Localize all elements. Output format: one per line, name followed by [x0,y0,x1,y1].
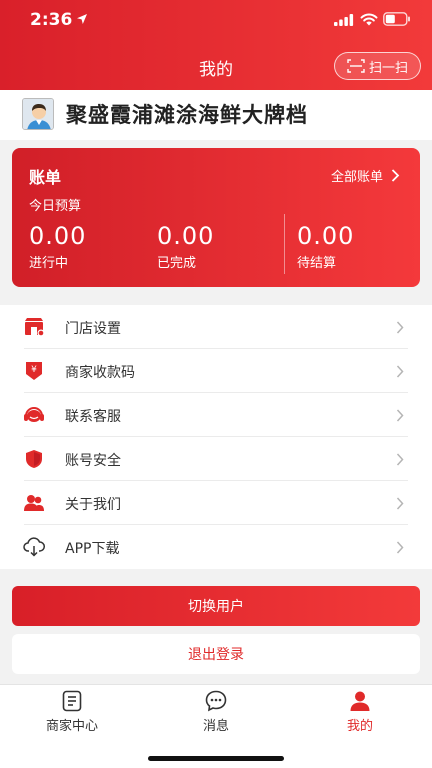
menu-label: 门店设置 [65,321,121,337]
chevron-right-icon [396,365,404,378]
headset-icon [24,407,44,422]
switch-user-button[interactable]: 切换用户 [12,586,420,626]
location-arrow-icon [77,14,87,24]
home-indicator[interactable] [148,756,284,761]
message-icon [205,690,227,712]
menu-item-payment-code[interactable]: ¥ 商家收款码 [0,349,432,393]
all-bills-label: 全部账单 [330,170,383,185]
chevron-right-icon [396,453,404,466]
wifi-icon [360,13,378,26]
stat-label: 已完成 [157,256,197,271]
status-time: 2:36 [30,10,73,30]
tab-merchant-center[interactable]: 商家中心 [0,685,144,735]
stat-label: 进行中 [29,256,69,271]
menu-label: 联系客服 [65,409,121,425]
shield-icon [26,450,42,468]
bill-card: 账单 全部账单 今日预算 0.00 进行中 0.00 已完成 0.00 待结算 [12,148,420,287]
profile-icon [350,691,370,711]
menu-item-app-download[interactable]: APP下载 [0,525,432,569]
chevron-right-icon [391,169,400,182]
chevron-right-icon [396,321,404,334]
menu-item-store-settings[interactable]: 门店设置 [0,305,432,349]
menu-list: 门店设置 ¥ 商家收款码 联系客服 账号安全 关于我们 APP下载 [0,305,432,569]
stat-divider [284,214,285,274]
chevron-right-icon [396,541,404,554]
menu-item-contact-support[interactable]: 联系客服 [0,393,432,437]
stat-completed[interactable]: 0.00 已完成 [157,222,214,271]
users-icon [24,495,44,511]
chevron-right-icon [396,497,404,510]
merchant-center-icon [62,690,82,712]
stat-pending-settlement[interactable]: 0.00 待结算 [297,222,354,271]
menu-item-about-us[interactable]: 关于我们 [0,481,432,525]
menu-label: 账号安全 [65,453,121,469]
status-bar: 2:36 [0,0,432,44]
shop-info: 聚盛霞浦滩涂海鲜大牌档 [0,90,432,140]
tab-label: 商家中心 [45,719,98,734]
menu-label: APP下载 [65,541,120,557]
shop-name: 聚盛霞浦滩涂海鲜大牌档 [66,103,308,127]
store-icon [25,318,45,337]
scan-label: 扫一扫 [368,60,408,76]
battery-icon [383,12,410,26]
stat-in-progress[interactable]: 0.00 进行中 [29,222,86,271]
bill-title: 账单 [29,168,62,187]
tab-messages[interactable]: 消息 [144,685,288,735]
all-bills-link[interactable]: 全部账单 [331,166,400,185]
menu-label: 商家收款码 [65,365,135,381]
stat-value: 0.00 [29,222,87,250]
cloud-download-icon [23,537,45,557]
scan-icon [347,59,365,73]
avatar[interactable] [22,98,54,130]
svg-text:¥: ¥ [31,365,37,375]
stat-value: 0.00 [157,222,215,250]
scan-button[interactable]: 扫一扫 [334,52,421,80]
menu-item-account-security[interactable]: 账号安全 [0,437,432,481]
cellular-signal-icon [334,14,354,26]
tab-label: 消息 [202,719,229,734]
payment-code-icon: ¥ [26,362,42,380]
menu-label: 关于我们 [65,497,121,513]
stat-label: 待结算 [297,256,337,271]
logout-button[interactable]: 退出登录 [12,634,420,674]
tab-profile[interactable]: 我的 [288,685,432,735]
avatar-icon [23,99,53,129]
header: 2:36 我的 扫一扫 [0,0,432,90]
tab-label: 我的 [346,719,373,734]
today-budget-label: 今日预算 [29,199,82,214]
stat-value: 0.00 [297,222,355,250]
chevron-right-icon [396,409,404,422]
